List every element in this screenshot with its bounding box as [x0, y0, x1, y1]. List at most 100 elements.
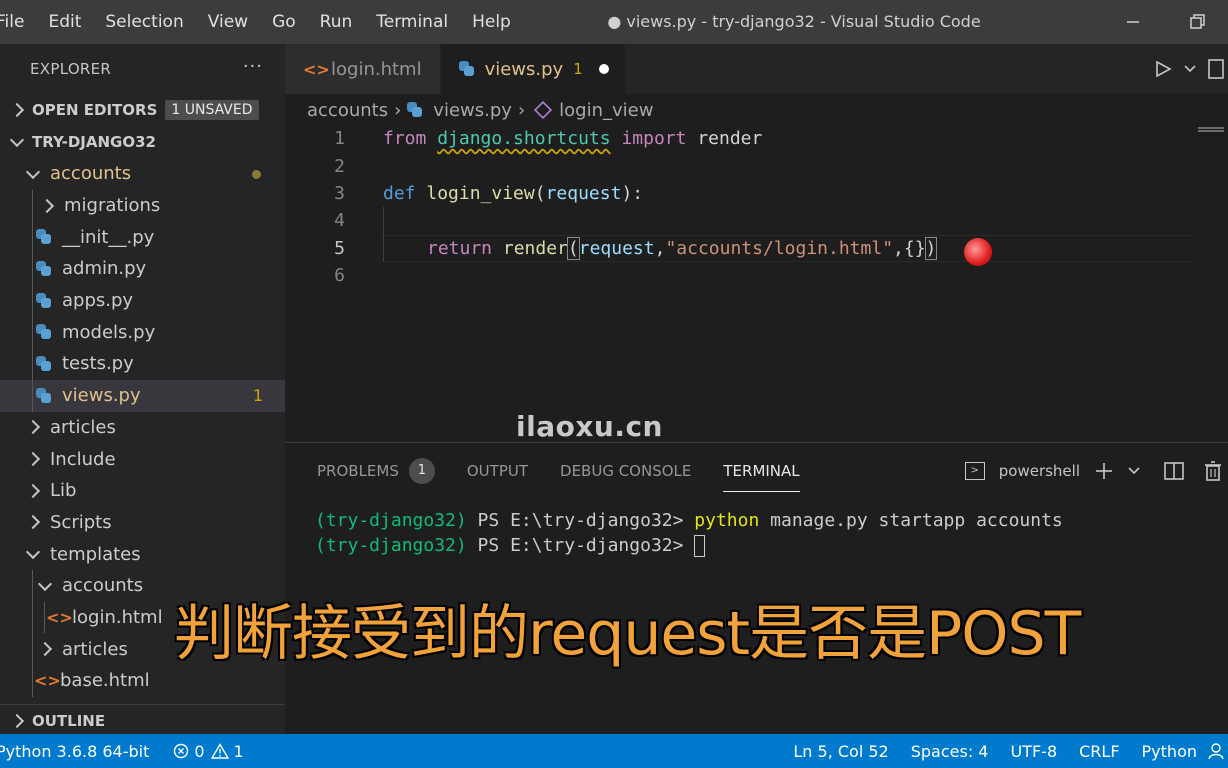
- menu-terminal[interactable]: Terminal: [364, 0, 460, 44]
- tree-folder-templates[interactable]: templates: [0, 538, 285, 570]
- terminal-cursor: [694, 534, 706, 557]
- tree-label: articles: [62, 638, 128, 660]
- tree-folder-migrations[interactable]: migrations: [0, 189, 285, 222]
- html-icon: <>: [34, 671, 61, 691]
- menu-run[interactable]: Run: [308, 0, 365, 44]
- tree-folder-lib[interactable]: Lib: [0, 475, 285, 507]
- cursor-position[interactable]: Ln 5, Col 52: [782, 742, 899, 761]
- tree-label: admin.py: [62, 258, 147, 280]
- tree-file-apps[interactable]: apps.py: [0, 284, 285, 317]
- encoding[interactable]: UTF-8: [999, 742, 1068, 761]
- python-icon: [36, 292, 52, 309]
- split-terminal-icon[interactable]: [1164, 461, 1184, 481]
- project-section[interactable]: TRY-DJANGO32: [0, 126, 285, 158]
- chevron-right-icon: [39, 198, 55, 213]
- code-text: from django.shortcuts import render: [383, 128, 763, 150]
- unsaved-dot-icon[interactable]: [598, 64, 609, 74]
- problem-count: 1: [252, 386, 263, 406]
- problems-indicator[interactable]: 0 1: [162, 742, 254, 761]
- python-icon: [36, 355, 52, 372]
- mouse-cursor-highlight: [964, 238, 992, 266]
- shell-selector[interactable]: powershell: [999, 462, 1080, 480]
- tree-file-tests[interactable]: tests.py: [0, 348, 285, 380]
- menu-help[interactable]: Help: [460, 0, 523, 44]
- python-icon: [407, 102, 423, 118]
- tree-folder-accounts[interactable]: accounts: [0, 158, 285, 190]
- python-icon: [36, 229, 52, 245]
- menu-file[interactable]: File: [0, 0, 36, 44]
- tree-file-init[interactable]: __init__.py: [0, 221, 285, 254]
- tree-label: models.py: [62, 321, 156, 343]
- breadcrumb-symbol[interactable]: login_view: [559, 100, 653, 121]
- chevron-right-icon: [25, 515, 41, 530]
- tree-folder-include[interactable]: Include: [0, 443, 285, 475]
- outline-label: OUTLINE: [32, 711, 106, 730]
- watermark: ilaoxu.cn: [516, 410, 663, 443]
- line-number: 4: [334, 210, 345, 232]
- tab-debug-console[interactable]: DEBUG CONSOLE: [560, 443, 691, 498]
- accounts-icon[interactable]: [1208, 742, 1228, 760]
- tree-file-admin[interactable]: admin.py: [0, 253, 285, 285]
- tree-folder-scripts[interactable]: Scripts: [0, 507, 285, 539]
- title-bar: File Edit Selection View Go Run Terminal…: [0, 0, 1228, 44]
- html-icon: <>: [303, 59, 330, 79]
- tree-label: apps.py: [62, 290, 134, 312]
- unsaved-badge: 1 UNSAVED: [165, 100, 259, 120]
- tab-login-html[interactable]: <> login.html: [285, 44, 441, 94]
- python-icon: [458, 61, 475, 77]
- minimize-button[interactable]: [1110, 0, 1156, 44]
- tab-problems[interactable]: PROBLEMS 1: [317, 443, 435, 498]
- terminal-line: (try-django32) PS E:\try-django32> pytho…: [315, 510, 1063, 531]
- python-icon: [36, 387, 52, 404]
- tab-problem-count: 1: [573, 60, 583, 78]
- run-icon[interactable]: [1154, 60, 1172, 78]
- line-number: 2: [334, 155, 345, 177]
- add-terminal-icon[interactable]: [1094, 461, 1114, 481]
- chevron-down-icon[interactable]: [1128, 466, 1140, 476]
- breadcrumb-folder[interactable]: accounts: [307, 100, 388, 121]
- menu-bar: File Edit Selection View Go Run Terminal…: [0, 0, 523, 44]
- error-icon: [174, 743, 189, 759]
- tab-views-py[interactable]: views.py 1: [440, 44, 626, 94]
- chevron-down-icon: [37, 576, 53, 591]
- indentation[interactable]: Spaces: 4: [900, 742, 1000, 761]
- tab-label: views.py: [484, 58, 564, 80]
- tree-label: tests.py: [62, 353, 134, 375]
- code-line-6: 6: [285, 262, 1228, 289]
- outline-section[interactable]: OUTLINE: [0, 704, 285, 734]
- html-icon: <>: [46, 607, 73, 627]
- python-interpreter[interactable]: Python 3.6.8 64-bit: [0, 742, 160, 761]
- chevron-right-icon: [25, 451, 41, 467]
- split-editor-icon[interactable]: [1208, 59, 1224, 79]
- tab-output[interactable]: OUTPUT: [467, 443, 528, 498]
- chevron-down-icon: [25, 164, 41, 179]
- menu-selection[interactable]: Selection: [93, 0, 195, 44]
- tree-label: Scripts: [50, 511, 112, 533]
- warning-icon: [210, 743, 229, 759]
- code-editor[interactable]: 1 from django.shortcuts import render 2 …: [285, 126, 1228, 442]
- tree-label: Include: [50, 448, 116, 470]
- terminal-line: (try-django32) PS E:\try-django32>: [315, 533, 1228, 558]
- code-line-3: 3 def login_view(request):: [285, 180, 1228, 207]
- menu-edit[interactable]: Edit: [36, 0, 93, 44]
- breadcrumb-file[interactable]: views.py: [433, 100, 512, 121]
- menu-go[interactable]: Go: [260, 0, 308, 44]
- open-editors-section[interactable]: OPEN EDITORS 1 UNSAVED: [0, 94, 285, 126]
- modified-dot: [252, 170, 261, 179]
- error-count: 0: [194, 741, 205, 761]
- tab-terminal[interactable]: TERMINAL: [723, 443, 800, 498]
- chevron-down-icon[interactable]: [1184, 64, 1196, 74]
- menu-view[interactable]: View: [196, 0, 260, 44]
- line-ending[interactable]: CRLF: [1068, 742, 1130, 761]
- tree-folder-articles[interactable]: articles: [0, 412, 285, 444]
- terminal-output[interactable]: (try-django32) PS E:\try-django32> pytho…: [285, 498, 1228, 558]
- language-mode[interactable]: Python: [1131, 742, 1208, 761]
- line-number: 6: [334, 265, 345, 287]
- more-actions-icon[interactable]: ···: [243, 56, 263, 77]
- tree-file-views[interactable]: views.py 1: [0, 379, 285, 412]
- trash-icon[interactable]: [1204, 460, 1222, 481]
- tab-label: login.html: [331, 58, 422, 80]
- tree-file-models[interactable]: models.py: [0, 316, 285, 349]
- code-text: return render(request,"accounts/login.ht…: [427, 236, 938, 260]
- restore-button[interactable]: [1175, 0, 1221, 44]
